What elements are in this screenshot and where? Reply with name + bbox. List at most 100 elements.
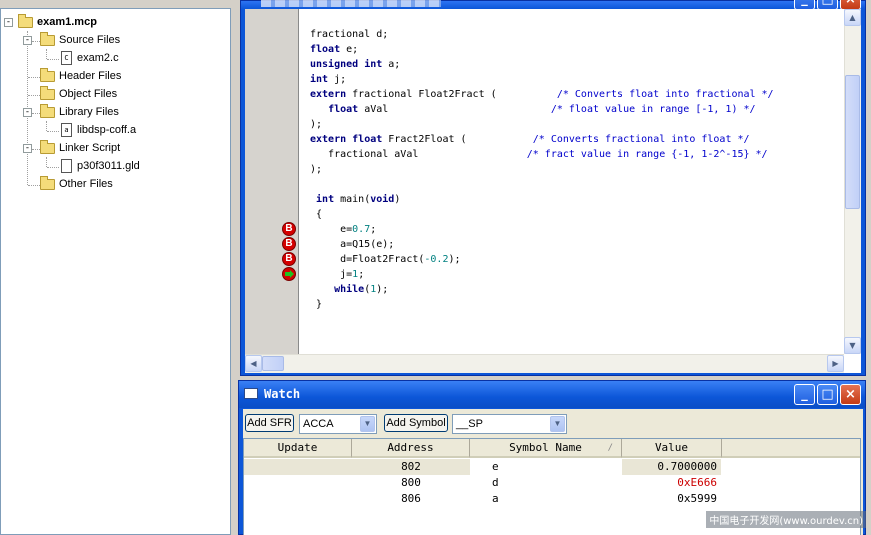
- code-keyword: extern: [310, 89, 347, 100]
- row-value: 0xE666: [677, 476, 717, 489]
- code-line[interactable]: );: [310, 162, 322, 177]
- add-symbol-button[interactable]: Add Symbol: [384, 414, 448, 432]
- linker-script-toggle[interactable]: -: [23, 144, 32, 153]
- code-line[interactable]: fractional d;: [310, 27, 388, 42]
- code-line[interactable]: extern fractional Float2Fract ( /* Conve…: [310, 87, 774, 102]
- tree-file-gld[interactable]: p30f3011.gld: [61, 158, 140, 174]
- scroll-left-button[interactable]: ◀: [245, 355, 262, 372]
- watch-titlebar[interactable]: Watch _ □ ×: [239, 381, 865, 408]
- editor-vertical-scrollbar[interactable]: ▲ ▼: [844, 9, 861, 354]
- code-line[interactable]: unsigned int a;: [310, 57, 400, 72]
- tree-folder-object-files[interactable]: Object Files: [40, 85, 117, 102]
- tree-item-label: Other Files: [59, 178, 113, 190]
- vertical-scroll-thumb[interactable]: [845, 75, 860, 209]
- text-file-icon: [61, 159, 72, 173]
- code-text-segment: a=Q15(e);: [310, 239, 395, 250]
- code-line[interactable]: float e;: [310, 42, 358, 57]
- code-line[interactable]: while(1);: [310, 282, 388, 297]
- code-text-segment: {: [310, 209, 323, 220]
- breakpoint-icon[interactable]: B: [282, 252, 296, 266]
- sfr-select[interactable]: ACCA ▼: [299, 414, 377, 434]
- tree-file-exam2-c[interactable]: C exam2.c: [61, 50, 119, 66]
- scroll-down-button[interactable]: ▼: [844, 337, 861, 354]
- breakpoint-icon[interactable]: B: [282, 237, 296, 251]
- tree-folder-header-files[interactable]: Header Files: [40, 67, 121, 84]
- breakpoint-icon[interactable]: B: [282, 222, 296, 236]
- code-line[interactable]: int j;: [310, 72, 346, 87]
- code-keyword: extern: [310, 134, 347, 145]
- row-symbol: e: [492, 460, 499, 473]
- code-line[interactable]: {: [310, 207, 322, 222]
- c-file-icon: C: [61, 51, 72, 65]
- horizontal-scroll-thumb[interactable]: [262, 356, 284, 371]
- code-line[interactable]: );: [310, 117, 322, 132]
- watch-maximize-button[interactable]: □: [817, 384, 838, 405]
- row-update: [244, 459, 352, 475]
- code-text-segment: );: [448, 254, 461, 265]
- column-header-label: Symbol Name: [509, 441, 582, 454]
- editor-gutter[interactable]: [245, 9, 299, 354]
- code-keyword: while: [334, 284, 365, 295]
- code-text-segment: ): [394, 194, 401, 205]
- code-line[interactable]: float aVal /* float value in range [-1, …: [310, 102, 755, 117]
- root-collapse-toggle[interactable]: -: [4, 18, 13, 27]
- tree-folder-library-files[interactable]: Library Files: [40, 103, 119, 120]
- symbol-select-value: __SP: [456, 418, 483, 430]
- row-symbol: a: [492, 492, 499, 505]
- row-address: 802: [401, 460, 421, 473]
- folder-icon: [40, 85, 55, 100]
- library-files-toggle[interactable]: -: [23, 108, 32, 117]
- editor-client: BBB fractional d; float e; unsigned int a;…: [245, 9, 861, 373]
- add-sfr-button[interactable]: Add SFR: [245, 414, 294, 432]
- code-line[interactable]: e=0.7;: [310, 222, 376, 237]
- scroll-up-button[interactable]: ▲: [844, 9, 861, 26]
- code-text-segment: [310, 104, 328, 115]
- watermark: 中国电子开发网(www.ourdev.cn): [706, 511, 866, 528]
- folder-icon: [18, 13, 33, 28]
- tree-item-label: p30f3011.gld: [77, 160, 140, 172]
- tree-root-label: exam1.mcp: [37, 16, 97, 28]
- tree-item-label: Library Files: [59, 106, 119, 118]
- editor-titlebar[interactable]: _ □ ×: [241, 0, 865, 10]
- code-line[interactable]: d=Float2Fract(-0.2);: [310, 252, 461, 267]
- watch-minimize-button[interactable]: _: [794, 384, 815, 405]
- program-counter-arrow-icon[interactable]: [282, 267, 296, 281]
- watch-title: Watch: [264, 387, 301, 401]
- column-header-address[interactable]: Address: [352, 439, 470, 458]
- folder-icon: [40, 67, 55, 82]
- code-line[interactable]: fractional aVal /* fract value in range …: [310, 147, 768, 162]
- row-address: 806: [401, 492, 421, 505]
- editor-horizontal-scrollbar[interactable]: ◀ ▶: [245, 354, 844, 373]
- column-header-symbol-name[interactable]: Symbol Name /: [470, 439, 622, 458]
- code-text-segment: );: [310, 119, 323, 130]
- folder-icon: [40, 175, 55, 190]
- code-keyword: float: [310, 44, 341, 55]
- symbol-select[interactable]: __SP ▼: [452, 414, 567, 434]
- code-text-segment: a;: [382, 59, 401, 70]
- tree-item-label: Source Files: [59, 34, 121, 46]
- column-header-value[interactable]: Value: [622, 439, 722, 458]
- code-number: -0.2: [424, 254, 449, 265]
- code-line[interactable]: int main(void): [310, 192, 400, 207]
- watch-close-button[interactable]: ×: [840, 384, 861, 405]
- tree-folder-source-files[interactable]: Source Files: [40, 31, 121, 48]
- code-text-segment: e;: [340, 44, 359, 55]
- tree-root[interactable]: exam1.mcp: [18, 13, 97, 30]
- tree-folder-other-files[interactable]: Other Files: [40, 175, 113, 192]
- chevron-down-icon[interactable]: ▼: [360, 416, 375, 432]
- source-files-toggle[interactable]: -: [23, 36, 32, 45]
- project-tree[interactable]: - exam1.mcp - - - Source Files C exam2.c: [0, 8, 231, 535]
- code-line[interactable]: extern float Fract2Float ( /* Converts f…: [310, 132, 750, 147]
- scroll-right-button[interactable]: ▶: [827, 355, 844, 372]
- code-line[interactable]: j=1;: [310, 267, 364, 282]
- column-header-update[interactable]: Update: [244, 439, 352, 458]
- code-text-segment: );: [310, 164, 323, 175]
- tree-folder-linker-script[interactable]: Linker Script: [40, 139, 120, 156]
- code-line[interactable]: }: [310, 297, 322, 312]
- code-keyword: float: [328, 104, 359, 115]
- tree-file-libdsp[interactable]: a libdsp-coff.a: [61, 122, 136, 138]
- code-keyword: int: [364, 59, 383, 70]
- code-line[interactable]: a=Q15(e);: [310, 237, 394, 252]
- watch-window-icon: [244, 388, 258, 399]
- chevron-down-icon[interactable]: ▼: [550, 416, 565, 432]
